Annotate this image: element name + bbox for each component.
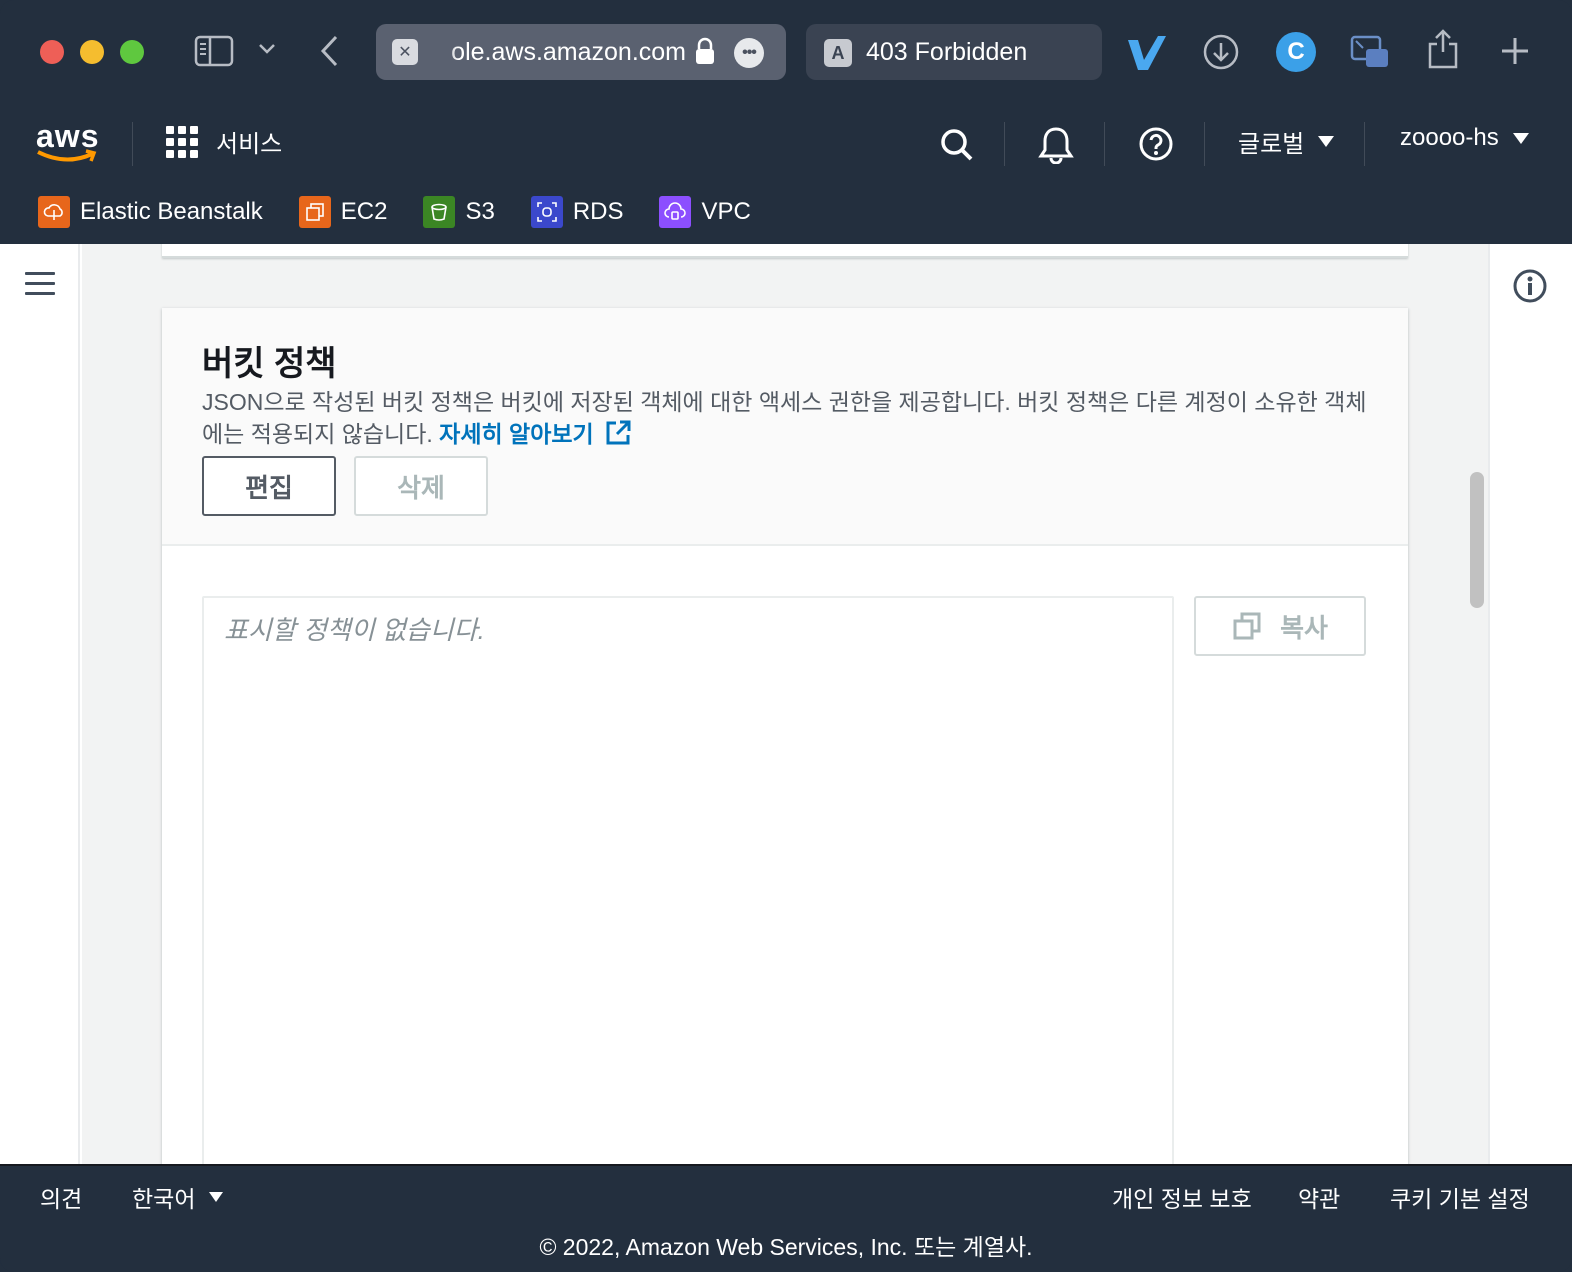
services-label: 서비스 xyxy=(216,131,283,158)
favorite-label: RDS xyxy=(572,198,624,225)
description-text: JSON으로 작성된 버킷 정책은 버킷에 저장된 객체에 대한 액세스 권한을… xyxy=(202,389,1367,447)
region-selector[interactable]: 글로벌 xyxy=(1238,124,1335,159)
picture-in-picture-icon[interactable] xyxy=(1350,35,1390,69)
bucket-policy-card: 버킷 정책 JSON으로 작성된 버킷 정책은 버킷에 저장된 객체에 대한 액… xyxy=(162,308,1408,1164)
region-label: 글로벌 xyxy=(1238,131,1305,158)
elastic-beanstalk-icon xyxy=(38,196,70,228)
ec2-icon xyxy=(298,196,331,228)
tab-title: 403 Forbidden xyxy=(866,38,1028,66)
favorite-vpc[interactable]: VPC xyxy=(659,196,751,228)
url-text[interactable]: ole.aws.amazon.com xyxy=(434,38,686,66)
back-icon[interactable] xyxy=(318,34,340,68)
content-area: 버킷 정책 JSON으로 작성된 버킷 정책은 버킷에 저장된 객체에 대한 액… xyxy=(82,244,1488,1164)
c-extension-icon[interactable]: C xyxy=(1276,32,1316,72)
chevron-down-icon[interactable] xyxy=(258,42,276,56)
share-icon[interactable] xyxy=(1426,28,1460,70)
empty-policy-text: 표시할 정책이 없습니다. xyxy=(224,615,485,645)
copy-label: 복사 xyxy=(1280,612,1328,643)
sidebar-toggle-icon[interactable] xyxy=(194,34,234,68)
favorite-label: VPC xyxy=(701,198,751,225)
copyright-text: © 2022, Amazon Web Services, Inc. 또는 계열사… xyxy=(539,1234,1033,1260)
caret-down-icon xyxy=(1318,136,1335,147)
grid-icon xyxy=(166,125,198,158)
s3-bucket-icon xyxy=(423,196,456,228)
info-icon[interactable] xyxy=(1512,268,1548,309)
zoom-window-button[interactable] xyxy=(120,40,144,64)
bucket-policy-title: 버킷 정책 xyxy=(202,345,337,383)
left-sidebar-collapsed xyxy=(0,244,80,1164)
favorites-bar: Elastic Beanstalk EC2 S3 RDS VPC xyxy=(38,196,787,228)
minimize-window-button[interactable] xyxy=(80,40,104,64)
favorite-label: S3 xyxy=(465,198,495,225)
favorite-elastic-beanstalk[interactable]: Elastic Beanstalk xyxy=(38,196,263,228)
learn-more-label: 자세히 알아보기 xyxy=(439,421,594,447)
more-options-icon[interactable]: ••• xyxy=(734,38,764,68)
new-tab-icon[interactable] xyxy=(1500,36,1530,66)
terms-link[interactable]: 약관 xyxy=(1298,1180,1340,1214)
lock-icon xyxy=(694,36,716,71)
favorite-ec2[interactable]: EC2 xyxy=(298,196,388,228)
learn-more-link[interactable]: 자세히 알아보기 xyxy=(439,420,632,447)
favorite-s3[interactable]: S3 xyxy=(423,196,495,228)
bell-icon[interactable] xyxy=(1038,126,1074,164)
bucket-policy-description: JSON으로 작성된 버킷 정책은 버킷에 저장된 객체에 대한 액세스 권한을… xyxy=(202,386,1382,455)
rds-icon xyxy=(530,196,563,228)
tab-favicon: A xyxy=(824,39,852,67)
caret-down-icon xyxy=(1512,132,1529,144)
privacy-link[interactable]: 개인 정보 보호 xyxy=(1112,1180,1252,1214)
caret-down-icon xyxy=(209,1192,224,1202)
bucket-policy-header: 버킷 정책 JSON으로 작성된 버킷 정책은 버킷에 저장된 객체에 대한 액… xyxy=(162,308,1408,546)
language-selector[interactable]: 한국어 xyxy=(132,1180,224,1214)
copy-icon xyxy=(1233,612,1261,640)
address-bar[interactable]: ✕ ole.aws.amazon.com ••• xyxy=(376,24,786,80)
url-fade xyxy=(434,36,458,68)
account-menu[interactable]: zoooo-hs xyxy=(1400,124,1529,152)
favorite-label: EC2 xyxy=(340,198,388,225)
copy-button[interactable]: 복사 xyxy=(1194,596,1366,656)
tab-403-forbidden[interactable]: A 403 Forbidden xyxy=(806,24,1102,80)
services-menu[interactable]: 서비스 xyxy=(166,124,282,159)
browser-toolbar: ✕ ole.aws.amazon.com ••• A 403 Forbidden… xyxy=(0,0,1572,104)
menu-icon[interactable] xyxy=(25,272,55,302)
help-icon[interactable] xyxy=(1138,126,1174,162)
aws-top-nav: aws 서비스 글로벌 zoooo-hs Elastic Beanstalk E… xyxy=(0,104,1572,244)
feedback-link[interactable]: 의견 xyxy=(40,1180,82,1214)
close-window-button[interactable] xyxy=(40,40,64,64)
favorite-label: Elastic Beanstalk xyxy=(80,198,263,225)
download-icon[interactable] xyxy=(1202,33,1240,71)
right-help-panel-collapsed xyxy=(1488,244,1572,1164)
aws-smile-icon xyxy=(36,148,100,171)
favorite-rds[interactable]: RDS xyxy=(530,196,624,228)
external-link-icon xyxy=(604,419,632,455)
main-area: 버킷 정책 JSON으로 작성된 버킷 정책은 버킷에 저장된 객체에 대한 액… xyxy=(0,244,1572,1164)
vpc-icon xyxy=(659,196,692,228)
browser-window: ✕ ole.aws.amazon.com ••• A 403 Forbidden… xyxy=(0,0,1572,1272)
vimeo-extension-icon[interactable] xyxy=(1124,32,1168,72)
account-label: zoooo-hs xyxy=(1400,124,1499,151)
scrollbar-thumb[interactable] xyxy=(1470,472,1484,608)
search-icon[interactable] xyxy=(940,128,974,162)
console-footer: 의견 한국어 개인 정보 보호 약관 쿠키 기본 설정 © 2022, Amaz… xyxy=(0,1164,1572,1272)
previous-section-card xyxy=(162,244,1408,258)
delete-button[interactable]: 삭제 xyxy=(354,456,488,516)
edit-button[interactable]: 편집 xyxy=(202,456,336,516)
favicon-blocked-icon: ✕ xyxy=(392,39,418,65)
cookie-preferences-link[interactable]: 쿠키 기본 설정 xyxy=(1390,1180,1530,1214)
policy-code-viewer: 표시할 정책이 없습니다. xyxy=(202,596,1174,1164)
language-label: 한국어 xyxy=(132,1186,196,1212)
